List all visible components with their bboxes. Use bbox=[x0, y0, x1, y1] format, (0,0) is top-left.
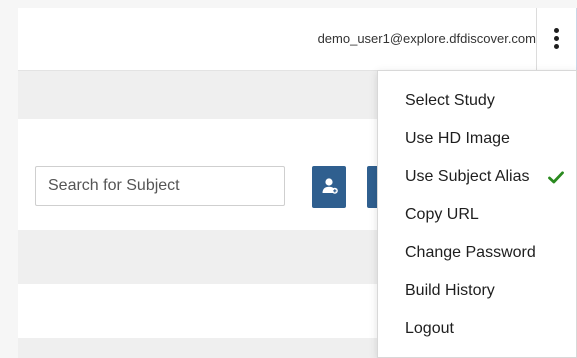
kebab-dot bbox=[554, 28, 559, 33]
menu-item-select-study[interactable]: Select Study bbox=[378, 83, 576, 119]
menu-item-copy-url[interactable]: Copy URL bbox=[378, 197, 576, 233]
add-subject-button[interactable] bbox=[312, 166, 346, 208]
search-subject-input[interactable] bbox=[35, 166, 285, 206]
menu-item-build-history[interactable]: Build History bbox=[378, 273, 576, 309]
menu-item-label: Copy URL bbox=[405, 206, 479, 223]
menu-item-label: Select Study bbox=[405, 92, 495, 109]
menu-item-label: Use HD Image bbox=[405, 130, 510, 147]
more-menu-button[interactable] bbox=[536, 8, 577, 70]
person-add-icon bbox=[322, 178, 338, 194]
kebab-dot bbox=[554, 36, 559, 41]
user-email: demo_user1@explore.dfdiscover.com bbox=[317, 31, 536, 46]
checkmark-icon bbox=[548, 171, 564, 184]
settings-dropdown-menu: Select Study Use HD Image Use Subject Al… bbox=[377, 70, 577, 358]
menu-item-label: Use Subject Alias bbox=[405, 168, 530, 185]
top-bar: demo_user1@explore.dfdiscover.com bbox=[18, 8, 577, 71]
menu-item-label: Logout bbox=[405, 320, 454, 337]
screen-background: demo_user1@explore.dfdiscover.com Search… bbox=[0, 0, 577, 358]
menu-item-label: Change Password bbox=[405, 244, 536, 261]
menu-item-label: Build History bbox=[405, 282, 495, 299]
menu-item-logout[interactable]: Logout bbox=[378, 311, 576, 347]
kebab-dot bbox=[554, 44, 559, 49]
menu-item-use-hd-image[interactable]: Use HD Image bbox=[378, 121, 576, 157]
menu-item-use-subject-alias[interactable]: Use Subject Alias bbox=[378, 159, 576, 195]
menu-item-change-password[interactable]: Change Password bbox=[378, 235, 576, 271]
